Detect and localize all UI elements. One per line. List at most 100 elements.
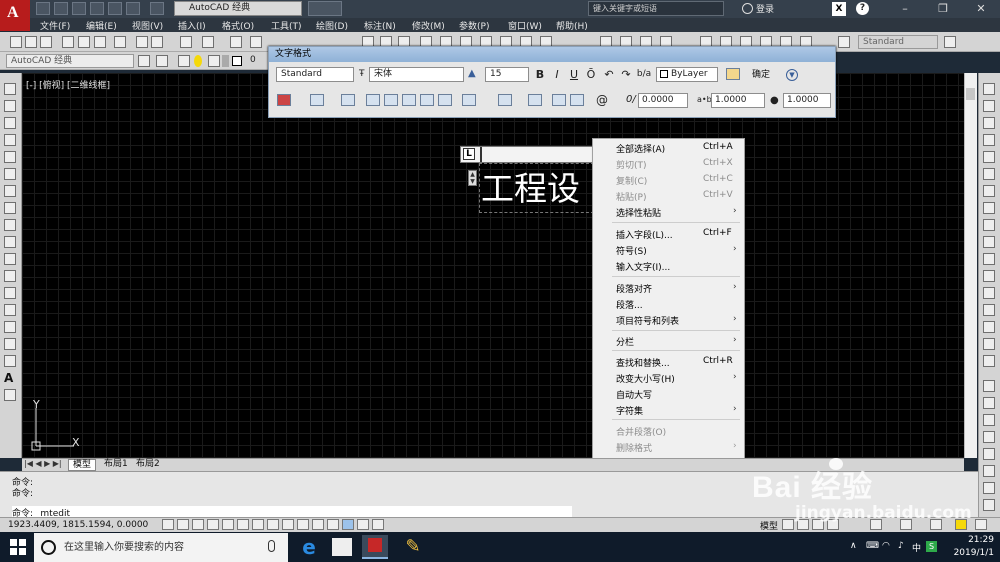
insert-field-icon[interactable] [528,94,542,106]
menu-insert[interactable]: 插入(I) [178,19,206,32]
erase-icon[interactable] [983,83,995,95]
help-icon[interactable]: ? [856,2,869,15]
ortho-icon[interactable] [192,519,204,530]
extend-icon[interactable] [983,253,995,265]
osnap-tangent-icon[interactable] [983,465,995,477]
menu-dimension[interactable]: 标注(N) [364,19,396,32]
menu-file[interactable]: 文件(F) [40,19,70,32]
3dosnap-icon[interactable] [237,519,249,530]
cursor-coordinates[interactable]: 1923.4409, 1815.1594, 0.0000 [8,520,148,530]
tab-layout1[interactable]: 布局1 [100,459,132,471]
context-menu-item[interactable]: 段落... [616,298,643,311]
layer-properties-icon[interactable] [178,55,190,67]
menu-window[interactable]: 窗口(W) [508,19,542,32]
osnap-settings-icon[interactable] [983,499,995,511]
osnap-endpoint-icon[interactable] [983,380,995,392]
model-toggle[interactable]: 模型 [760,519,778,532]
sogou-icon[interactable]: S [926,541,937,552]
arc-icon[interactable] [4,168,16,180]
offset-icon[interactable] [983,134,995,146]
context-menu-item[interactable]: 项目符号和列表 [616,314,679,327]
polyline-icon[interactable] [4,117,16,129]
text-height-select[interactable]: 15 [485,67,529,82]
menu-parametric[interactable]: 参数(P) [459,19,489,32]
ellipse-icon[interactable] [4,236,16,248]
numbering-icon[interactable] [498,94,512,106]
mtext-content[interactable]: 工程设 [481,162,591,210]
ducs-icon[interactable] [267,519,279,530]
osnap-icon[interactable] [222,519,234,530]
lowercase-icon[interactable] [570,94,584,106]
construction-line-icon[interactable] [4,100,16,112]
exchange-icon[interactable]: X [832,2,846,16]
redo-icon[interactable]: ↷ [618,67,634,82]
restore-button[interactable]: ❐ [924,0,962,18]
context-menu-item[interactable]: 符号(S) [616,244,647,257]
osnap-quadrant-icon[interactable] [983,448,995,460]
ime-icon[interactable]: 中 [912,541,921,554]
scale-icon[interactable] [983,202,995,214]
align-center-icon[interactable] [384,94,398,106]
insert-block-icon[interactable] [4,270,16,282]
italic-button[interactable]: I [549,67,565,82]
add-selected-icon[interactable] [4,389,16,401]
text-format-title[interactable]: 文字格式 [269,47,835,62]
dyn-icon[interactable] [282,519,294,530]
otrack-icon[interactable] [252,519,264,530]
break-icon[interactable] [983,270,995,282]
workspace-select[interactable]: AutoCAD 经典 [174,1,302,16]
spline-icon[interactable] [4,219,16,231]
paint-icon[interactable]: ✎ [400,535,426,559]
menu-draw[interactable]: 绘图(D) [316,19,348,32]
multileader-icon[interactable] [838,36,850,48]
login-link[interactable]: 登录 [756,2,774,15]
grid-icon[interactable] [177,519,189,530]
menu-format[interactable]: 格式(O) [222,19,254,32]
cortana-icon[interactable] [41,540,56,555]
open-icon[interactable] [25,36,37,48]
redo-icon[interactable] [150,2,164,15]
command-input[interactable]: 命令: _mtedit [12,506,572,519]
context-menu-item[interactable]: 全部选择(A) [616,142,665,155]
quick-view-layouts-icon[interactable] [782,519,794,530]
table-icon[interactable] [4,355,16,367]
viewport-controls[interactable]: [-] [俯视] [二维线框] [26,78,110,91]
overline-button[interactable]: Ō [583,67,599,82]
tracking-input[interactable]: 1.0000 [711,93,765,108]
mtext-icon[interactable]: A [4,372,16,384]
autocad-logo-icon[interactable] [0,0,30,31]
osnap-perpendicular-icon[interactable] [983,482,995,494]
ruler-toggle-icon[interactable] [726,68,740,80]
stretch-icon[interactable] [983,219,995,231]
ok-button[interactable]: 确定 [752,68,770,82]
layer-on-icon[interactable] [194,55,202,67]
align-left-icon[interactable] [366,94,380,106]
rotate-icon[interactable] [983,185,995,197]
wifi-icon[interactable]: ◠ [882,541,890,551]
context-menu-item[interactable]: 输入文字(I)... [616,260,670,273]
make-block-icon[interactable] [4,287,16,299]
annotative-icon[interactable]: ▲ [468,68,480,80]
join-icon[interactable] [983,287,995,299]
tab-type-toggle[interactable]: L [463,148,475,160]
fillet-icon[interactable] [983,321,995,333]
ellipse-arc-icon[interactable] [4,253,16,265]
height-resize-icon[interactable]: ▲ ▼ [468,170,477,186]
minimize-button[interactable]: – [886,0,924,18]
selection-cycling-icon[interactable] [342,519,354,530]
taskbar-search-input[interactable]: 在这里输入你要搜索的内容 [34,533,288,562]
polygon-icon[interactable] [4,134,16,146]
mirror-icon[interactable] [983,117,995,129]
stack-icon[interactable]: b/a [636,67,652,82]
revcloud-icon[interactable] [4,202,16,214]
indent-marker-icon[interactable] [480,147,483,162]
context-menu-item[interactable]: 段落对齐 [616,282,652,295]
context-menu-item[interactable]: 改变大小写(H) [616,372,675,385]
context-menu-item[interactable]: 选择性粘贴 [616,206,661,219]
layer-lock-icon[interactable] [222,55,229,67]
font-select[interactable]: 宋体 [369,67,464,82]
osnap-intersection-icon[interactable] [983,414,995,426]
undo-icon[interactable]: ↶ [601,67,617,82]
context-menu-item[interactable]: 字符集 [616,404,643,417]
text-style-select[interactable]: Standard [276,67,354,82]
